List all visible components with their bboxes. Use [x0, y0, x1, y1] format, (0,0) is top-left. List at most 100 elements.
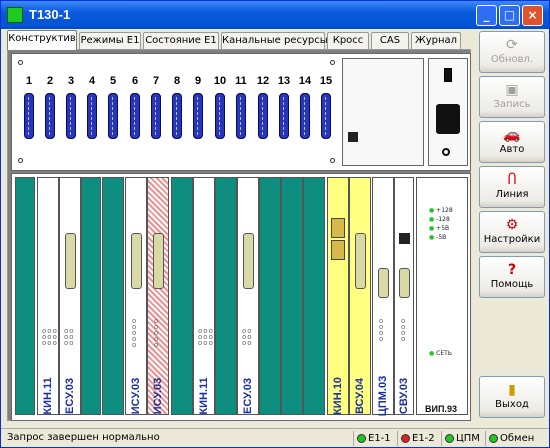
- slot-connector-icon[interactable]: [172, 93, 182, 139]
- card-vip93[interactable]: ● +128 ● -128 ● +5В ● -5В ● СЕТЬ ВИП.93: [416, 177, 468, 415]
- slot-number: 8: [173, 75, 181, 87]
- settings-icon: ⚙: [505, 217, 519, 233]
- app-icon: [7, 7, 23, 23]
- tab-cas[interactable]: CAS: [371, 32, 409, 49]
- help-icon: ?: [507, 262, 517, 278]
- card-blank[interactable]: [303, 177, 325, 415]
- screw-icon: [18, 60, 23, 65]
- card-label: ВСУ.04: [354, 377, 366, 415]
- maximize-button[interactable]: □: [499, 5, 520, 26]
- led-icon: [401, 434, 410, 443]
- slot-connector-icon[interactable]: [258, 93, 268, 139]
- indicator-label: E1-1: [368, 433, 391, 444]
- power-socket-icon: [436, 104, 460, 134]
- slot-number: 15: [319, 75, 333, 87]
- window-title: T130-1: [29, 7, 71, 22]
- card-kin11[interactable]: КИН.11 ooo ooo ooo: [193, 177, 215, 415]
- refresh-icon: ⟳: [506, 37, 518, 53]
- status-text: Запрос завершен нормально: [7, 432, 160, 443]
- auto-button[interactable]: 🚗 Авто: [479, 121, 545, 163]
- chip-icon: [331, 218, 345, 238]
- card-kin10[interactable]: КИН.10: [327, 177, 349, 415]
- card-blank[interactable]: [215, 177, 237, 415]
- indicator-dots: oooo: [379, 317, 385, 343]
- card-svu03[interactable]: СВУ.03 o o o o: [394, 177, 414, 415]
- card-kin11[interactable]: КИН.11 ooo ooo ooo: [37, 177, 59, 415]
- vip-led-label: -128: [436, 216, 450, 223]
- car-icon: 🚗: [503, 127, 521, 143]
- card-label: ЦПМ.03: [377, 375, 389, 417]
- tab-zhurnal[interactable]: Журнал: [411, 32, 461, 49]
- slot-connector-icon[interactable]: [300, 93, 310, 139]
- slot-connector-icon[interactable]: [108, 93, 118, 139]
- tab-rezhimy-e1[interactable]: Режимы E1: [79, 32, 141, 49]
- close-button[interactable]: ×: [522, 5, 543, 26]
- card-esu03[interactable]: ЕСУ.03 oo oo oo: [59, 177, 81, 415]
- card-blank[interactable]: [81, 177, 101, 415]
- power-switch-icon[interactable]: [444, 68, 452, 82]
- aux-connector-block: [342, 58, 424, 166]
- slot-connector-icon[interactable]: [87, 93, 97, 139]
- title-bar[interactable]: T130-1 _ □ ×: [1, 1, 549, 29]
- tab-konstruktiv[interactable]: Конструктив: [7, 30, 77, 50]
- d-sub-connector-icon: [399, 268, 410, 298]
- refresh-button[interactable]: ⟳ Обновл.: [479, 31, 545, 73]
- vip-led-list: ● +128 ● -128 ● +5В ● -5В: [429, 207, 453, 241]
- card-vsu04[interactable]: ВСУ.04: [349, 177, 371, 415]
- tab-kross[interactable]: Кросс: [327, 32, 369, 49]
- indicator-label: E1-2: [412, 433, 435, 444]
- slot-connector-icon[interactable]: [215, 93, 225, 139]
- indicator-dots: ooooo: [154, 317, 160, 349]
- card-label: ЕСУ.03: [242, 378, 254, 414]
- slot-number: 10: [213, 75, 227, 87]
- help-button[interactable]: ? Помощь: [479, 256, 545, 298]
- slot-connector-icon[interactable]: [130, 93, 140, 139]
- indicator-dots: oo oo oo: [242, 327, 253, 347]
- indicator-dots: ooo ooo ooo: [42, 327, 58, 347]
- slot-connector-icon[interactable]: [279, 93, 289, 139]
- card-blank[interactable]: [259, 177, 281, 415]
- slot-number: 14: [298, 75, 312, 87]
- button-label: Обновл.: [490, 54, 534, 65]
- main-window: T130-1 _ □ × Конструктив Режимы E1 Состо…: [0, 0, 550, 448]
- button-label: Авто: [499, 144, 525, 155]
- button-label: Линия: [495, 189, 529, 200]
- d-sub-connector-icon: [243, 233, 254, 289]
- slot-connector-icon[interactable]: [321, 93, 331, 139]
- slot-number: 6: [131, 75, 139, 87]
- card-esu03[interactable]: ЕСУ.03 oo oo oo: [237, 177, 259, 415]
- status-indicator-exchange: Обмен: [485, 431, 545, 446]
- card-label: ЕСУ.03: [64, 378, 76, 414]
- slot-connector-icon[interactable]: [151, 93, 161, 139]
- line-button[interactable]: Ⴖ Линия: [479, 166, 545, 208]
- tab-kanalnye-resursy[interactable]: Канальные ресурсы: [221, 32, 328, 49]
- minimize-button[interactable]: _: [476, 5, 497, 26]
- tab-sostoyanie-e1[interactable]: Состояние E1: [143, 32, 219, 49]
- slot-number: 7: [152, 75, 160, 87]
- card-cpm03[interactable]: ЦПМ.03 o o o o: [372, 177, 394, 417]
- slot-connector-icon[interactable]: [66, 93, 76, 139]
- button-label: Запись: [493, 99, 531, 110]
- slot-connector-icon[interactable]: [24, 93, 34, 139]
- card-isu03[interactable]: ИСУ.03 o o o o o: [125, 177, 147, 415]
- card-label: ИСУ.03: [152, 377, 164, 415]
- card-blank[interactable]: [171, 177, 193, 415]
- card-blank[interactable]: [281, 177, 303, 415]
- slot-number: 13: [277, 75, 291, 87]
- card-blank[interactable]: [102, 177, 124, 415]
- slot-connector-icon[interactable]: [236, 93, 246, 139]
- screw-icon: [330, 158, 335, 163]
- settings-button[interactable]: ⚙ Настройки: [479, 211, 545, 253]
- vip-net-led: ● СЕТЬ: [429, 350, 452, 357]
- card-blank[interactable]: [15, 177, 35, 415]
- card-isu03-alarm[interactable]: ИСУ.03 o o o o o: [147, 177, 169, 415]
- card-label: КИН.11: [42, 377, 54, 415]
- slot-connector-icon[interactable]: [193, 93, 203, 139]
- exit-button[interactable]: ▮ Выход: [479, 376, 545, 418]
- toolbar-sidebar: ⟳ Обновл. ▣ Запись 🚗 Авто Ⴖ Линия ⚙ Настройки…: [479, 31, 545, 421]
- vip-led-label: +128: [436, 207, 453, 214]
- save-button[interactable]: ▣ Запись: [479, 76, 545, 118]
- slot-connector-icon[interactable]: [45, 93, 55, 139]
- rj-port-icon: [348, 132, 358, 142]
- slot-number: 2: [46, 75, 54, 87]
